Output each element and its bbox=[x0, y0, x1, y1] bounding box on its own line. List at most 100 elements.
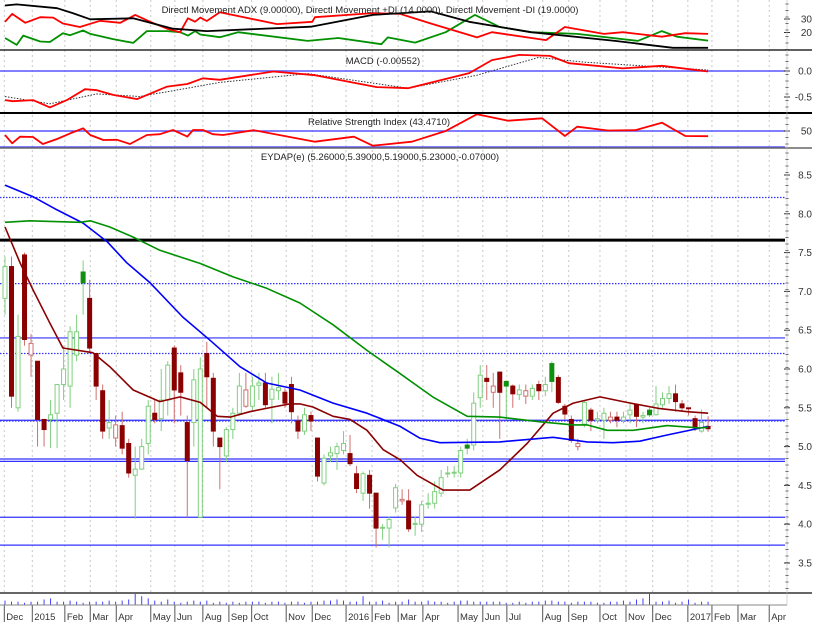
candle-up bbox=[15, 335, 21, 409]
price-y-tick-label: 5.0 bbox=[798, 442, 812, 453]
candle-up bbox=[438, 477, 444, 494]
candle-up bbox=[601, 412, 607, 421]
adx-title: Directl Movement ADX (9.00000), Directl … bbox=[162, 5, 579, 16]
candle-up bbox=[249, 385, 255, 407]
candle-up bbox=[328, 452, 333, 457]
candle-down bbox=[217, 437, 223, 448]
macd-y-tick-label: 0.0 bbox=[798, 67, 812, 78]
candle-up bbox=[581, 401, 587, 425]
candle-up bbox=[666, 393, 672, 399]
candle-down bbox=[692, 418, 698, 429]
candle-down bbox=[262, 382, 268, 406]
candle-down bbox=[152, 412, 158, 420]
short-ma-line bbox=[4, 226, 709, 491]
candle-down bbox=[568, 418, 574, 441]
candle-up bbox=[67, 331, 73, 387]
candle-up bbox=[640, 415, 646, 418]
candle-down bbox=[673, 393, 679, 403]
candle-up bbox=[653, 403, 659, 416]
candle-down bbox=[555, 377, 561, 403]
x-tick-label: 2016 bbox=[348, 612, 369, 623]
candle-up bbox=[61, 368, 67, 386]
candle-down bbox=[406, 500, 412, 530]
candle-down bbox=[510, 385, 516, 395]
candle-up bbox=[503, 380, 509, 387]
x-tick-label: Sep bbox=[571, 612, 588, 623]
macd-y-tick-label: -0.5 bbox=[795, 93, 813, 104]
price-y-tick-label: 8.0 bbox=[798, 209, 812, 220]
price-y-tick-label: 8.5 bbox=[798, 171, 812, 182]
candle-up bbox=[432, 491, 438, 504]
x-tick-label: Feb bbox=[714, 612, 730, 623]
adx-y-tick-label: 20 bbox=[801, 28, 813, 39]
candle-up bbox=[627, 409, 633, 416]
candle-down bbox=[575, 442, 581, 448]
candle-down bbox=[282, 391, 288, 404]
candle-up bbox=[412, 522, 418, 525]
candle-up bbox=[223, 429, 229, 457]
macd-title: MACD (-0.00552) bbox=[346, 56, 420, 67]
price-y-tick-label: 4.0 bbox=[798, 520, 812, 531]
candle-down bbox=[490, 385, 496, 393]
candle-down bbox=[178, 372, 184, 393]
x-tick-label: Nov bbox=[628, 612, 645, 623]
candle-up bbox=[419, 504, 425, 525]
rsi-y-tick-label: 50 bbox=[801, 127, 813, 138]
price-y-tick-label: 4.5 bbox=[798, 481, 812, 492]
price-y-tick-label: 7.0 bbox=[798, 287, 812, 298]
candle-down bbox=[41, 418, 47, 431]
x-tick-label: Dec bbox=[655, 612, 672, 623]
candle-up bbox=[2, 266, 8, 299]
candle-up bbox=[80, 271, 86, 284]
candle-up bbox=[301, 414, 307, 432]
x-tick-label: Jun bbox=[177, 612, 192, 623]
x-tick-label: Dec bbox=[314, 612, 331, 623]
candle-up bbox=[334, 446, 340, 455]
price-y-tick-label: 6.5 bbox=[798, 326, 812, 337]
candle-down bbox=[686, 407, 692, 410]
candle-up bbox=[165, 364, 171, 401]
candle-up bbox=[549, 363, 555, 382]
candle-up bbox=[386, 519, 392, 529]
x-tick-label: Oct bbox=[254, 612, 269, 623]
x-tick-label: Aug bbox=[545, 612, 562, 623]
long-ma-line bbox=[4, 220, 709, 432]
x-tick-label: Nov bbox=[288, 612, 305, 623]
candle-up bbox=[48, 414, 54, 420]
candle-down bbox=[399, 498, 405, 502]
volume-panel bbox=[4, 594, 709, 605]
candle-down bbox=[204, 352, 210, 378]
candle-down bbox=[614, 416, 620, 421]
medium-ma-line bbox=[4, 184, 709, 444]
candle-down bbox=[100, 390, 106, 432]
x-tick-label: Apr bbox=[118, 612, 133, 623]
candle-up bbox=[529, 387, 535, 397]
price-panel bbox=[0, 184, 785, 548]
candle-up bbox=[145, 405, 151, 444]
candle-down bbox=[126, 442, 132, 474]
candle-up bbox=[646, 409, 652, 416]
candle-down bbox=[367, 474, 373, 494]
candle-down bbox=[679, 403, 685, 409]
candle-up bbox=[269, 388, 275, 400]
x-tick-label: Jun bbox=[485, 612, 500, 623]
candle-up bbox=[425, 502, 431, 505]
candle-up bbox=[542, 384, 548, 392]
candle-down bbox=[210, 377, 216, 432]
candle-down bbox=[171, 347, 177, 391]
candle-down bbox=[523, 390, 529, 397]
candle-up bbox=[660, 397, 666, 406]
candle-down bbox=[93, 352, 99, 387]
candle-down bbox=[354, 473, 360, 490]
x-tick-label: Apr bbox=[425, 612, 440, 623]
candle-up bbox=[197, 368, 203, 518]
candle-down bbox=[119, 425, 125, 449]
x-tick-label: Mar bbox=[740, 612, 756, 623]
x-tick-label: 2015 bbox=[34, 612, 55, 623]
candle-up bbox=[341, 442, 347, 451]
price-y-tick-label: 5.5 bbox=[798, 403, 812, 414]
candle-down bbox=[633, 404, 639, 417]
x-tick-label: Feb bbox=[67, 612, 83, 623]
candle-up bbox=[360, 473, 366, 494]
candle-up bbox=[236, 385, 242, 414]
